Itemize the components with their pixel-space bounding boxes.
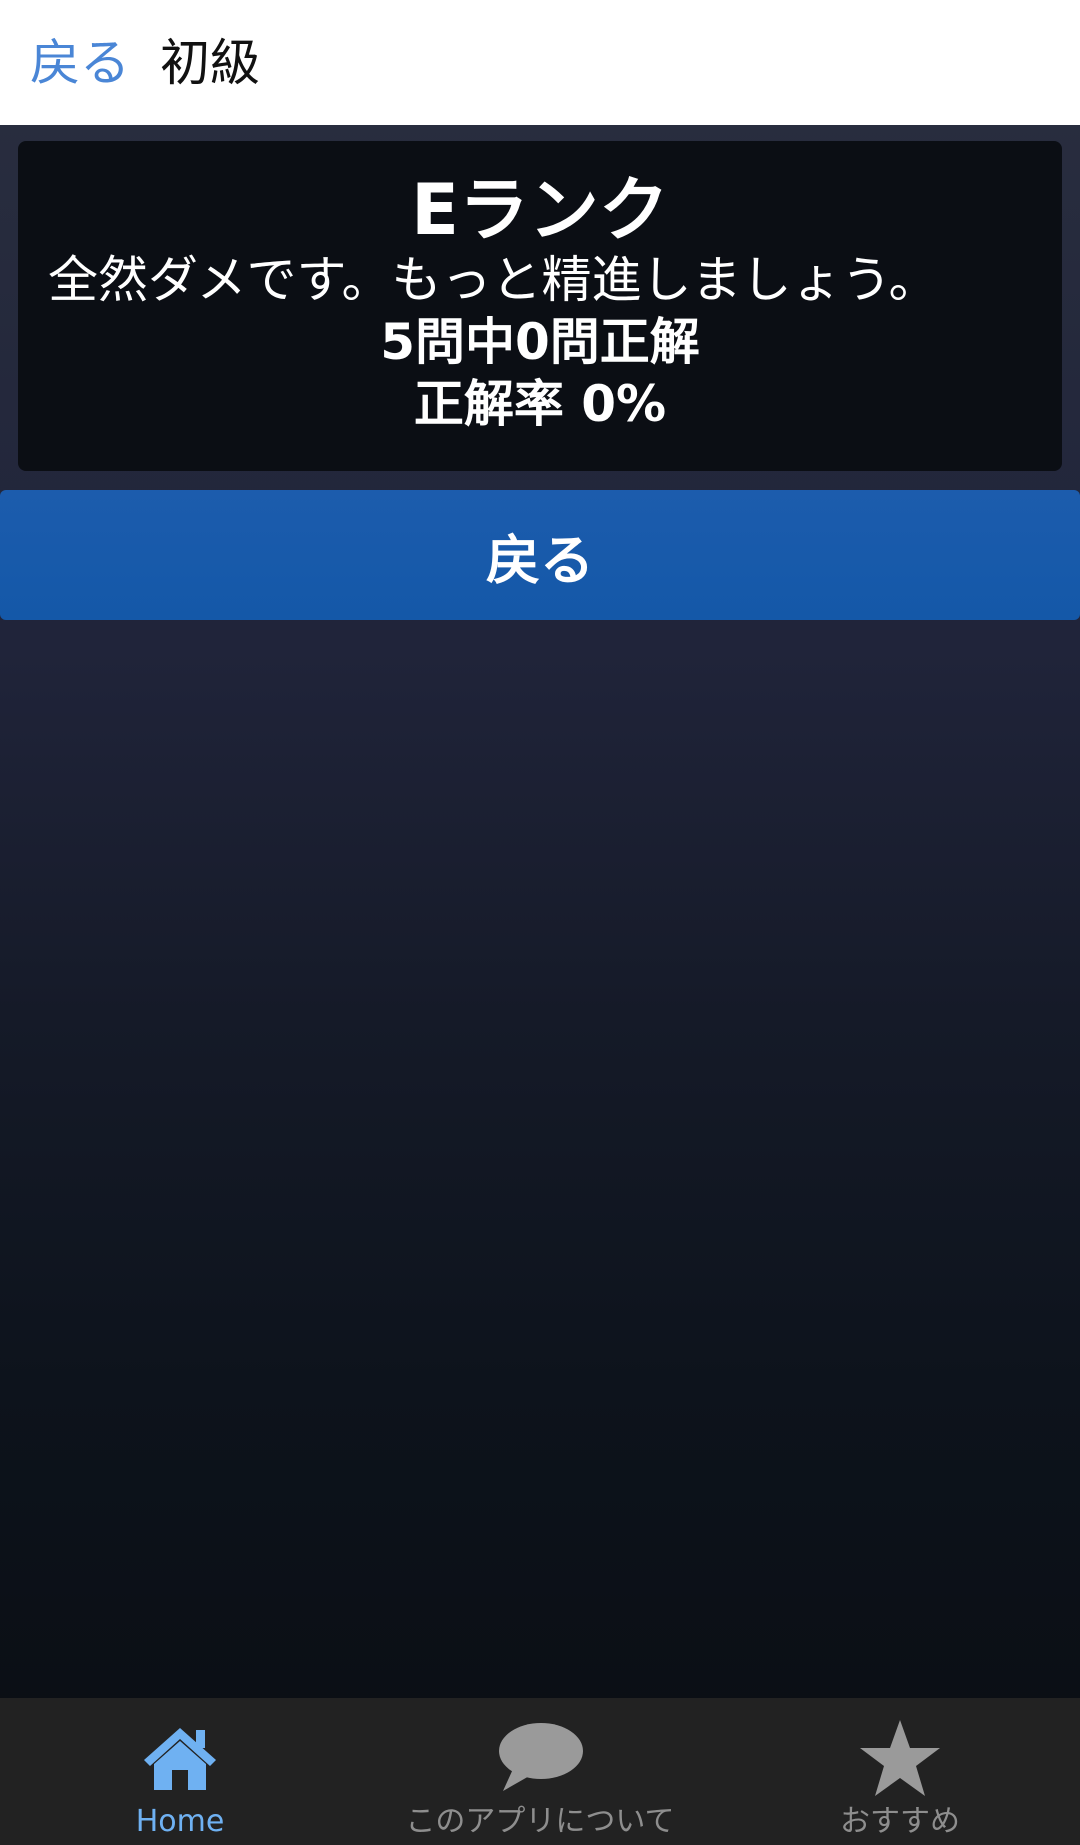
tab-recommend-label: おすすめ xyxy=(840,1804,960,1839)
navigation-bar: 戻る 初級 xyxy=(0,0,1080,125)
page-title: 初級 xyxy=(160,33,260,92)
tab-about-label: このアプリについて xyxy=(405,1804,675,1839)
tab-about[interactable]: このアプリについて xyxy=(360,1698,720,1845)
star-icon xyxy=(855,1718,945,1798)
accuracy-rate: 正解率 0% xyxy=(413,375,667,433)
result-card: Eランク 全然ダメです。もっと精進しましょう。 5問中0問正解 正解率 0% xyxy=(18,141,1062,471)
nav-back-button[interactable]: 戻る xyxy=(30,38,130,88)
home-icon xyxy=(135,1718,225,1798)
score-text: 5問中0問正解 xyxy=(380,313,700,371)
rank-label: Eランク xyxy=(411,169,669,251)
tab-home-label: Home xyxy=(135,1804,225,1839)
back-button[interactable]: 戻る xyxy=(0,490,1080,620)
tab-bar: Home このアプリについて おすすめ xyxy=(0,1698,1080,1845)
tab-home[interactable]: Home xyxy=(0,1698,360,1845)
result-comment: 全然ダメです。もっと精進しましょう。 xyxy=(48,251,939,309)
back-button-label: 戻る xyxy=(486,528,594,592)
speech-bubble-icon xyxy=(495,1718,585,1798)
tab-recommend[interactable]: おすすめ xyxy=(720,1698,1080,1845)
